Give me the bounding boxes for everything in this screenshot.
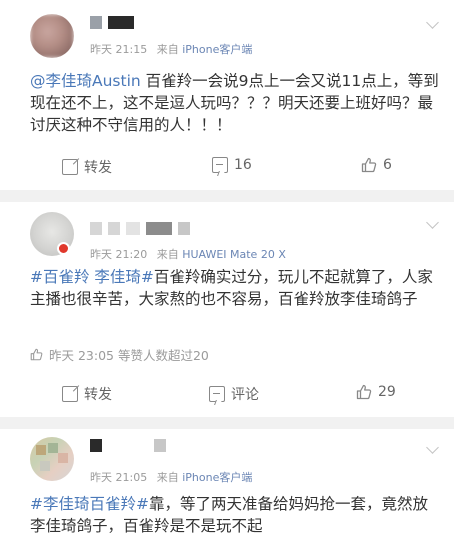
like-button[interactable]: 29 xyxy=(356,384,396,400)
action-bar: 转发 16 6 xyxy=(0,157,454,181)
username[interactable] xyxy=(90,439,166,452)
forward-button[interactable]: 转发 xyxy=(62,157,112,177)
post-source[interactable]: iPhone客户端 xyxy=(182,43,252,56)
post-text: #百雀羚 李佳琦#百雀羚确实过分，玩儿不起就算了，人家主播也很辛苦，大家熬的也不… xyxy=(30,268,433,308)
verified-badge-icon xyxy=(57,242,70,255)
post-meta: 昨天 21:15 来自 iPhone客户端 xyxy=(90,43,253,56)
post-time: 昨天 21:05 xyxy=(90,471,148,484)
username[interactable] xyxy=(90,222,190,235)
post-time: 昨天 21:20 xyxy=(90,248,148,261)
comment-button[interactable]: 评论 xyxy=(209,384,259,404)
post-card: 昨天 21:05 来自 iPhone客户端 #李佳琦百雀羚#靠，等了两天准备给妈… xyxy=(0,429,454,553)
thumbs-up-icon xyxy=(30,348,43,361)
post-meta: 昨天 21:05 来自 iPhone客户端 xyxy=(90,471,253,484)
post-card: 昨天 21:15 来自 iPhone客户端 @李佳琦Austin 百雀羚一会说9… xyxy=(0,0,454,190)
hashtag-link[interactable]: #李佳琦百雀羚# xyxy=(30,495,149,513)
chevron-down-icon[interactable] xyxy=(426,18,438,30)
post-card: 昨天 21:20 来自 HUAWEI Mate 20 X #百雀羚 李佳琦#百雀… xyxy=(0,202,454,417)
comment-icon xyxy=(212,157,228,173)
username[interactable] xyxy=(90,16,134,29)
thumbs-up-icon xyxy=(356,384,372,400)
like-button[interactable]: 6 xyxy=(361,157,392,173)
hashtag-link[interactable]: #百雀羚 李佳琦# xyxy=(30,268,154,286)
forward-button[interactable]: 转发 xyxy=(62,384,112,404)
divider xyxy=(0,190,454,202)
comment-button[interactable]: 16 xyxy=(212,157,252,173)
like-note: 昨天 23:05 等赞人数超过20 xyxy=(30,345,209,364)
forward-icon xyxy=(62,386,78,402)
post-source[interactable]: iPhone客户端 xyxy=(182,471,252,484)
forward-icon xyxy=(62,159,78,175)
post-meta: 昨天 21:20 来自 HUAWEI Mate 20 X xyxy=(90,248,286,261)
post-time: 昨天 21:15 xyxy=(90,43,148,56)
post-source[interactable]: HUAWEI Mate 20 X xyxy=(182,248,286,261)
avatar[interactable] xyxy=(30,14,74,58)
post-text: @李佳琦Austin 百雀羚一会说9点上一会又说11点上，等到现在还不上，这不是… xyxy=(30,72,439,134)
chevron-down-icon[interactable] xyxy=(426,218,438,230)
avatar[interactable] xyxy=(30,437,74,481)
post-text: #李佳琦百雀羚#靠，等了两天准备给妈妈抢一套，竟然放李佳琦鸽子，百雀羚是不是玩不… xyxy=(30,495,428,535)
action-bar: 转发 评论 29 xyxy=(0,384,454,408)
chevron-down-icon[interactable] xyxy=(426,443,438,455)
divider xyxy=(0,417,454,429)
comment-icon xyxy=(209,386,225,402)
thumbs-up-icon xyxy=(361,157,377,173)
mention-link[interactable]: @李佳琦Austin xyxy=(30,72,141,90)
